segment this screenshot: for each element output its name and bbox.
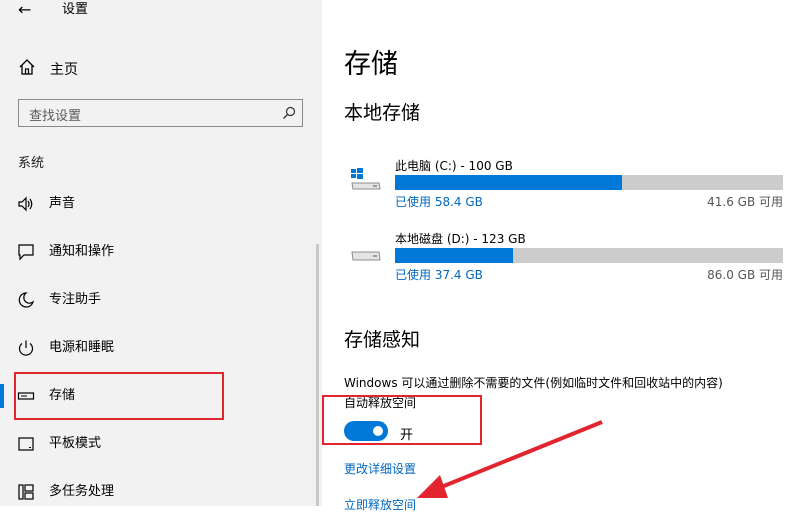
sidebar-item-sound[interactable]: 声音: [0, 182, 322, 226]
sidebar-item-power-sleep[interactable]: 电源和睡眠: [0, 326, 322, 370]
sidebar-item-label: 专注助手: [49, 292, 102, 307]
active-indicator: [0, 384, 4, 408]
sidebar: ← 设置 主页 查找设置 系统 声音 通知和操作 专注助手 电源和睡眠 存储 平…: [0, 0, 322, 506]
sidebar-item-label: 电源和睡眠: [49, 340, 115, 355]
sidebar-item-label: 通知和操作: [49, 244, 115, 259]
home-link[interactable]: 主页: [50, 59, 78, 79]
window-title: 设置: [62, 2, 89, 17]
sidebar-scrollbar[interactable]: [316, 244, 319, 506]
power-icon: [18, 340, 34, 356]
sidebar-item-focus-assist[interactable]: 专注助手: [0, 278, 322, 322]
search-placeholder: 查找设置: [29, 109, 82, 124]
sidebar-item-label: 平板模式: [49, 436, 102, 451]
search-icon[interactable]: [282, 106, 296, 120]
moon-icon: [18, 292, 35, 308]
speaker-icon: [18, 196, 33, 212]
sidebar-item-label: 声音: [49, 196, 76, 211]
sidebar-item-label: 多任务处理: [49, 484, 115, 499]
notification-icon: [18, 244, 34, 261]
sidebar-item-multitasking[interactable]: 多任务处理: [0, 470, 322, 514]
multitask-icon: [18, 484, 34, 500]
main-content: 存储 本地存储 此电脑 (C:) - 100 GB 已使用 58.4 GB 41…: [322, 0, 800, 512]
sidebar-item-tablet-mode[interactable]: 平板模式: [0, 422, 322, 466]
sidebar-item-notifications[interactable]: 通知和操作: [0, 230, 322, 274]
back-arrow-icon[interactable]: ←: [18, 0, 31, 20]
highlight-box-storage: [14, 372, 224, 420]
search-input[interactable]: 查找设置: [18, 99, 303, 127]
section-label-system: 系统: [18, 156, 45, 171]
home-icon: [19, 59, 35, 75]
tablet-icon: [18, 437, 34, 451]
red-arrow-annotation: [417, 420, 603, 498]
